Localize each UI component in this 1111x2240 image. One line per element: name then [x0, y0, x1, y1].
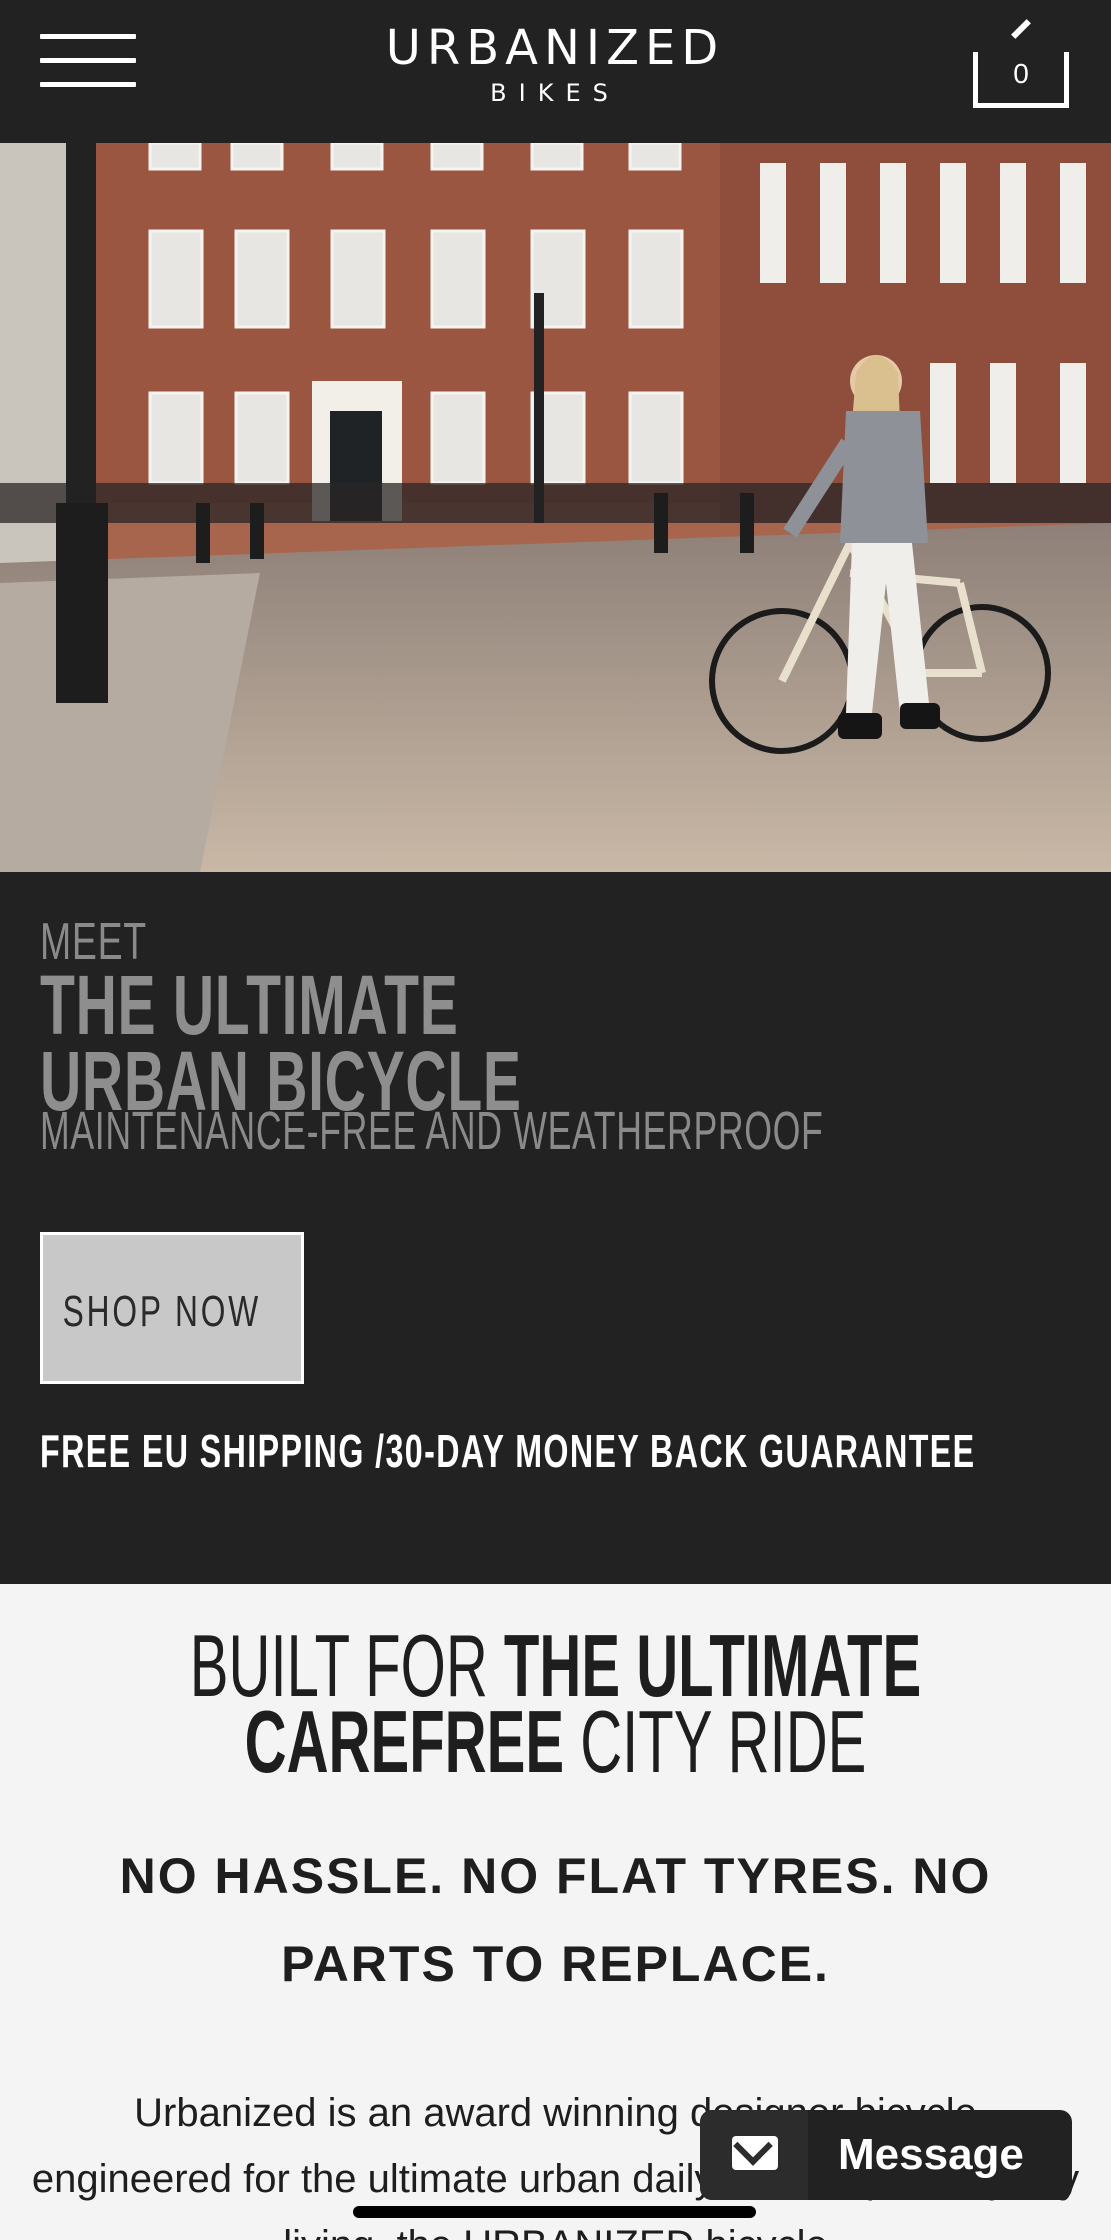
hero-headline: THE ULTIMATE URBAN BICYCLE	[40, 958, 522, 1123]
intro-section: MEET THE ULTIMATE URBAN BICYCLE MAINTENA…	[0, 872, 1111, 1584]
shopping-bag-handle-icon	[1011, 19, 1031, 39]
shop-now-label: SHOP NOW	[62, 1287, 262, 1336]
home-indicator	[353, 2206, 756, 2218]
cart-count: 0	[1013, 58, 1029, 89]
message-widget-button[interactable]: Message	[700, 2110, 1072, 2200]
shop-now-button[interactable]: SHOP NOW	[40, 1232, 304, 1384]
site-logo[interactable]: URBANIZED BIKES	[340, 22, 770, 110]
built-bold2: CAREFREE	[244, 1692, 565, 1791]
message-label: Message	[838, 2130, 1024, 2179]
hero-illustration	[0, 143, 1111, 872]
logo-sub-text: BIKES	[490, 79, 620, 107]
built-for-heading: BUILT FOR THE ULTIMATE CAREFREE CITY RID…	[0, 1622, 1111, 1786]
built-suffix: CITY RIDE	[580, 1692, 867, 1791]
hero-image	[0, 143, 1111, 872]
envelope-icon	[732, 2136, 778, 2170]
hero-tagline: MAINTENANCE-FREE AND WEATHERPROOF	[40, 1101, 824, 1161]
shipping-guarantee-text: FREE EU SHIPPING /30-DAY MONEY BACK GUAR…	[40, 1425, 976, 1477]
hamburger-menu-icon[interactable]	[40, 34, 136, 90]
hero-headline-line1: THE ULTIMATE	[40, 958, 459, 1052]
built-heading-line2: CAREFREE CITY RIDE	[189, 1698, 922, 1786]
site-header: URBANIZED BIKES 0	[0, 0, 1111, 143]
no-hassle-text: NO HASSLE. NO FLAT TYRES. NO PARTS TO RE…	[119, 1848, 992, 1992]
shopping-bag-icon[interactable]: 0	[973, 52, 1069, 108]
logo-main-text: URBANIZED	[385, 20, 725, 76]
message-icon-box	[700, 2110, 808, 2200]
no-hassle-heading: NO HASSLE. NO FLAT TYRES. NO PARTS TO RE…	[40, 1832, 1071, 2008]
